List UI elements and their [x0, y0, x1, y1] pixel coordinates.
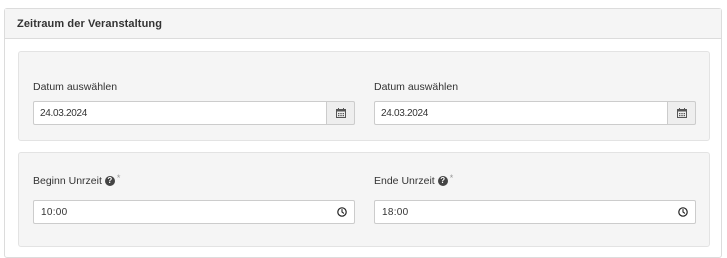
clock-icon[interactable]: [336, 206, 348, 218]
date-section: Datum auswählen 24.03.2024 Datum auswähl…: [18, 51, 710, 141]
end-date-input[interactable]: 24.03.2024: [374, 101, 668, 125]
panel-title: Zeitraum der Veranstaltung: [17, 17, 163, 30]
clock-icon-glyph: [678, 207, 688, 217]
required-marker: *: [116, 173, 121, 183]
start-time-label: Beginn Unrzeit ? *: [33, 173, 355, 188]
end-time-label-text: Ende Unrzeit: [374, 175, 435, 187]
start-date-label: Datum auswählen: [33, 81, 118, 93]
end-time-value: 18:00: [382, 206, 409, 218]
panel-heading: Zeitraum der Veranstaltung: [5, 9, 721, 39]
start-date-field: Datum auswählen 24.03.2024: [33, 80, 355, 125]
calendar-icon: [335, 108, 346, 118]
end-time-input[interactable]: 18:00: [374, 200, 696, 224]
time-section: Beginn Unrzeit ? * 10:00 Ende Unrzeit ? …: [18, 152, 710, 247]
end-date-label: Datum auswählen: [374, 81, 459, 93]
required-marker: *: [449, 173, 454, 183]
clock-icon[interactable]: [677, 206, 689, 218]
event-period-panel: Zeitraum der Veranstaltung Datum auswähl…: [4, 8, 722, 258]
start-date-input[interactable]: 24.03.2024: [33, 101, 327, 125]
end-time-field: Ende Unrzeit ? * 18:00: [374, 173, 696, 224]
clock-icon-glyph: [337, 207, 347, 217]
question-circle-icon[interactable]: ?: [104, 176, 115, 186]
end-date-field: Datum auswählen 24.03.2024: [374, 80, 696, 125]
start-time-label-text: Beginn Unrzeit: [33, 175, 102, 187]
start-time-input[interactable]: 10:00: [33, 200, 355, 224]
start-date-picker-button[interactable]: [327, 101, 355, 125]
end-time-label: Ende Unrzeit ? *: [374, 173, 696, 188]
start-date-input-group: 24.03.2024: [33, 101, 355, 125]
start-time-value: 10:00: [41, 206, 68, 218]
start-time-field: Beginn Unrzeit ? * 10:00: [33, 173, 355, 224]
question-circle-icon[interactable]: ?: [437, 176, 448, 186]
end-date-picker-button[interactable]: [668, 101, 696, 125]
calendar-icon: [676, 108, 687, 118]
end-date-input-group: 24.03.2024: [374, 101, 696, 125]
